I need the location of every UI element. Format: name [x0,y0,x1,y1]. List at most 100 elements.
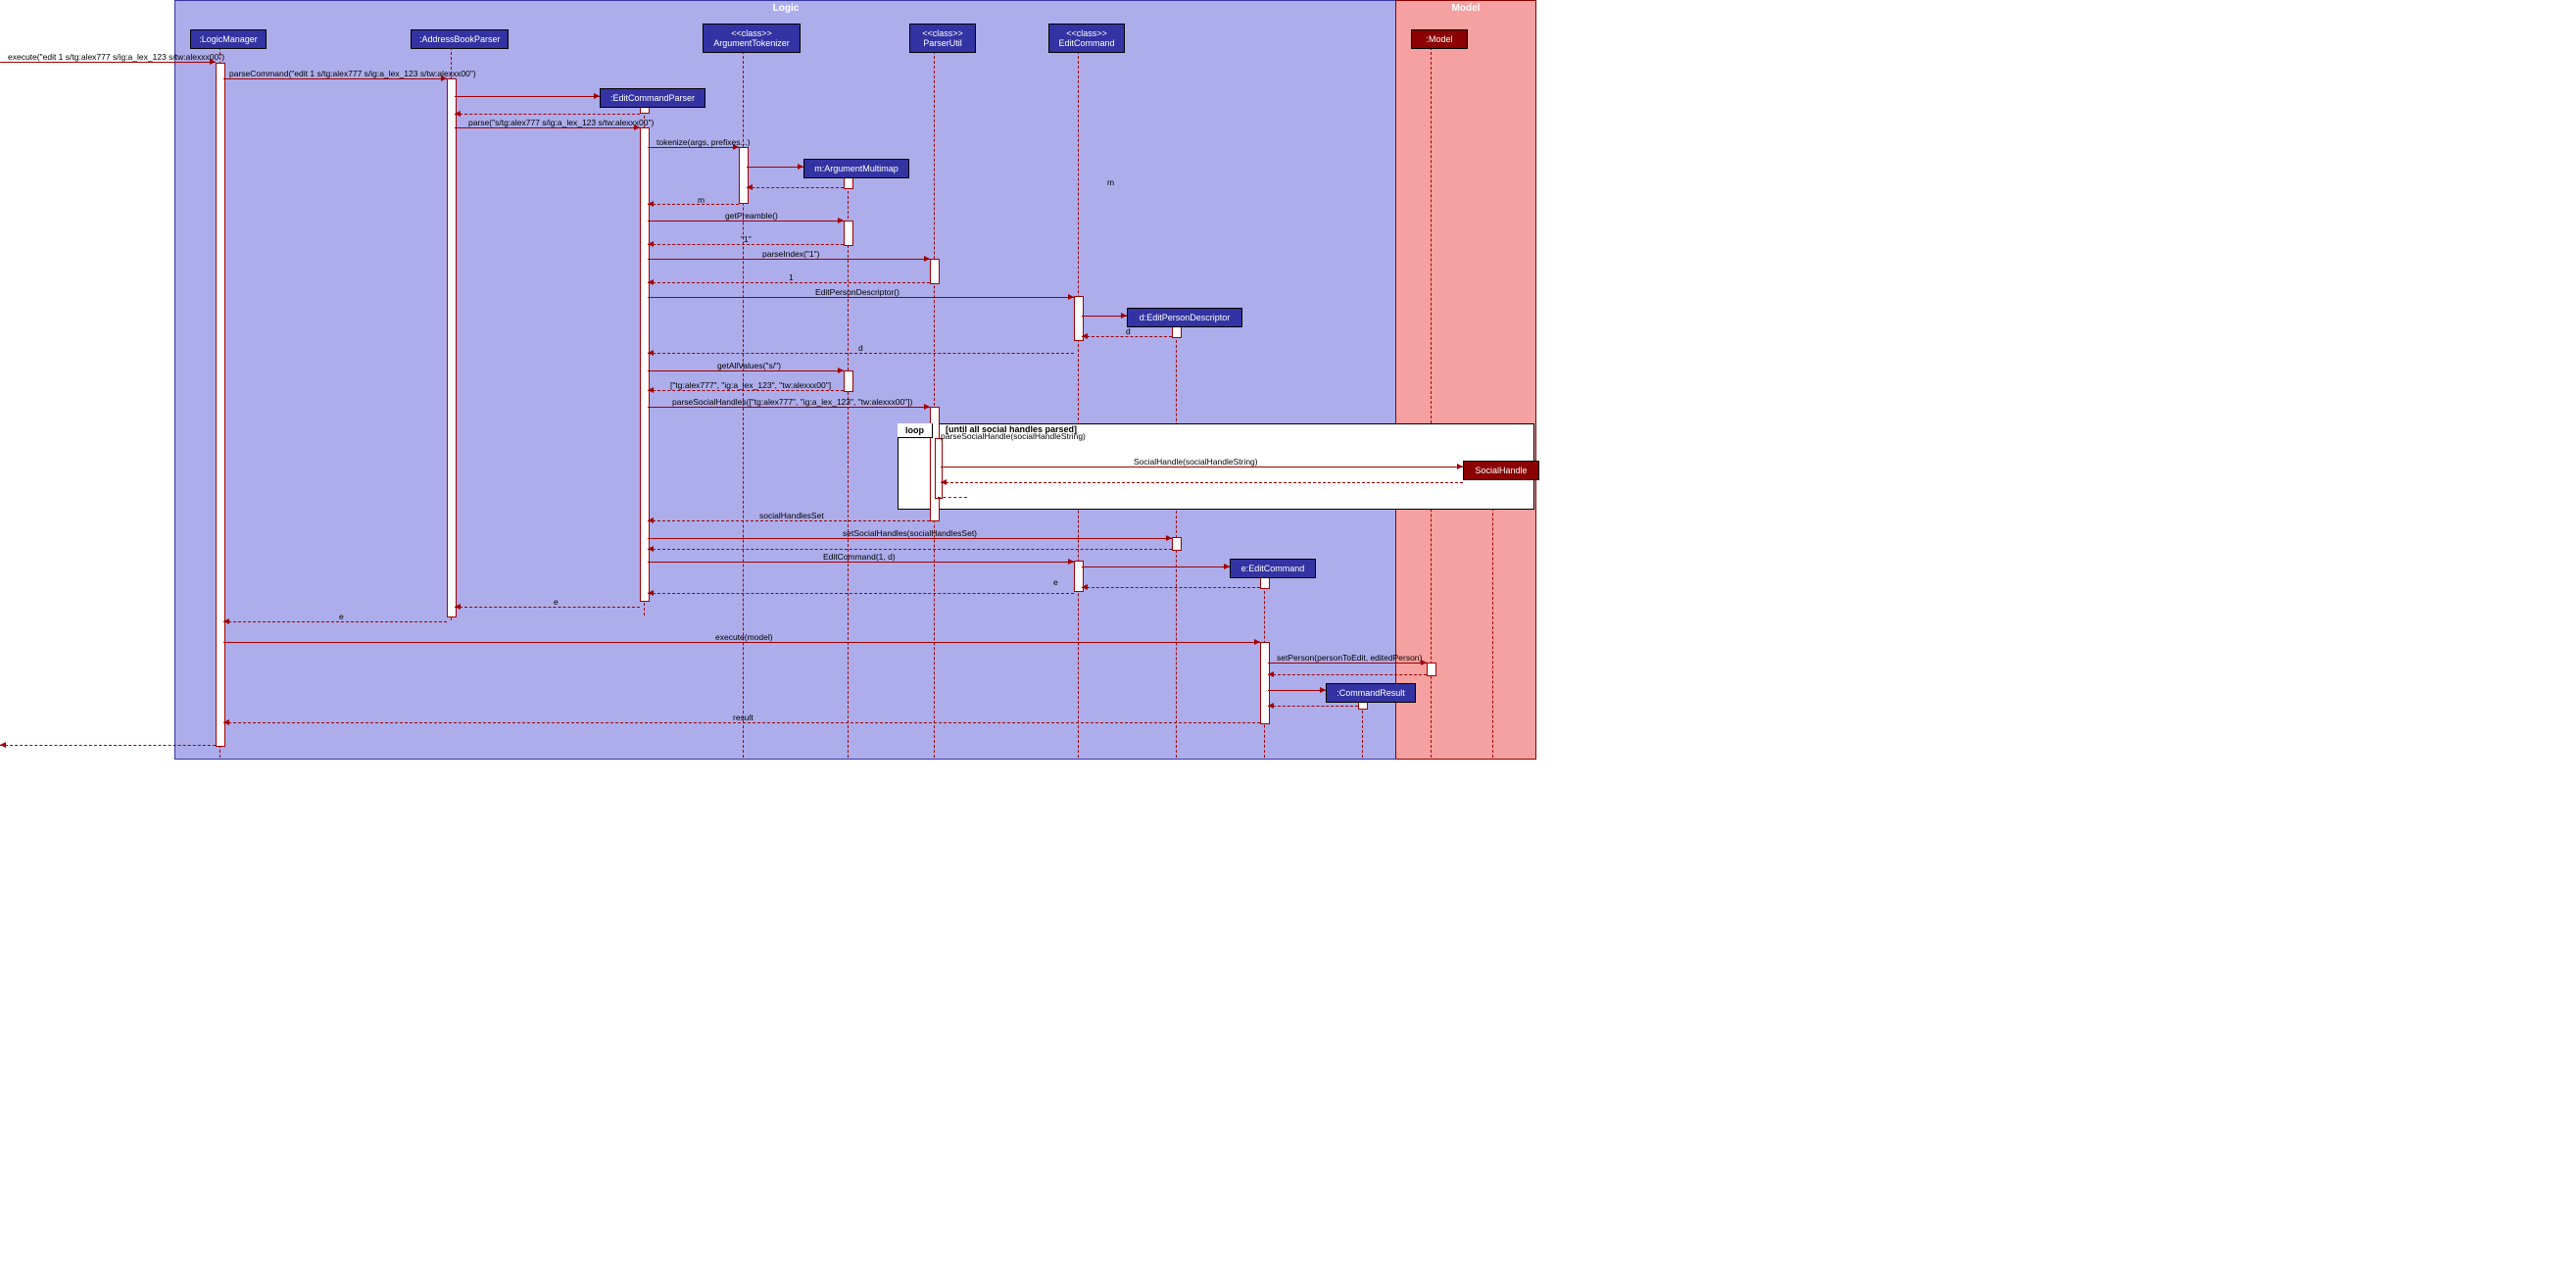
lifeline [1492,478,1493,758]
arrow-head [747,184,753,190]
participant-edit-person-descriptor: d:EditPersonDescriptor [1127,308,1242,327]
activation [1172,537,1182,551]
model-title: Model [1396,3,1535,14]
arrow-head [648,241,654,247]
arrow-head [648,546,654,552]
arrow [455,96,600,97]
msg-return-m2: m [698,195,705,205]
msg-edit-person-desc: EditPersonDescriptor() [815,287,899,297]
msg-parse-index: parseIndex("1") [762,249,819,259]
arrow-head [1268,671,1274,677]
arrow-head [648,279,654,285]
participant-command-result: :CommandResult [1326,683,1416,703]
arrow [648,147,739,148]
arrow-head [1068,294,1074,300]
arrow [455,114,640,115]
arrow-head [0,742,6,748]
arrow-head [1082,584,1088,590]
arrow [1268,690,1326,691]
arrow-head [1254,639,1260,645]
arrow [747,167,803,168]
arrow-head [648,350,654,356]
participant-e-edit-command: e:EditCommand [1230,559,1316,578]
arrow [648,390,844,391]
arrow-head [798,164,803,170]
arrow [648,353,1074,354]
arrow [223,78,447,79]
arrow-head [1268,703,1274,709]
arrow-head [1082,333,1088,339]
arrow-head [455,111,461,117]
msg-parse-command: parseCommand("edit 1 s/tg:alex777 s/ig:a… [229,69,476,78]
loop-condition: [until all social handles parsed] [946,424,1077,434]
arrow [1268,674,1427,675]
activation [1260,642,1270,724]
activation [640,127,650,602]
lifeline [1078,51,1079,758]
activation [844,221,853,246]
participant-argument-tokenizer: <<class>>ArgumentTokenizer [703,24,801,53]
arrow-head [1068,559,1074,565]
msg-social-handles-set: socialHandlesSet [759,511,824,520]
lifeline [1431,47,1432,758]
arrow [648,282,930,283]
msg-result: result [733,713,753,722]
arrow-head [838,368,844,373]
msg-parse-social-handles: parseSocialHandles(["tg:alex777", "ig:a_… [672,397,912,407]
participant-edit-command: <<class>>EditCommand [1048,24,1125,53]
msg-get-all-values: getAllValues("s/") [717,361,781,370]
arrow [648,549,1172,550]
arrow-head [455,604,461,610]
arrow-head [223,719,229,725]
arrow [223,722,1260,723]
arrow-head [924,256,930,262]
sequence-diagram: Logic Model :LogicManager :AddressBookPa… [0,0,1535,760]
msg-return-m: m [1107,177,1114,187]
arrow [1082,566,1230,567]
activation [216,63,225,747]
arrow [223,642,1260,643]
msg-execute-model: execute(model) [715,632,773,642]
msg-parse: parse("s/tg:alex777 s/ig:a_lex_123 s/tw:… [468,118,654,127]
arrow [648,562,1074,563]
msg-return-list: ["tg:alex777", "ig:a_lex_123", "tw:alexx… [670,380,831,390]
arrow-head [648,590,654,596]
arrow [0,62,216,63]
arrow [648,407,930,408]
arrow [1268,663,1427,664]
arrow-head [648,517,654,523]
msg-set-person: setPerson(personToEdit, editedPerson) [1277,653,1422,663]
arrow-head [1320,687,1326,693]
loop-label: loop [898,423,933,438]
msg-return-d: d [1126,326,1131,336]
arrow [1082,587,1260,588]
lifeline [934,51,935,758]
model-group-box: Model [1395,0,1536,760]
participant-logic-manager: :LogicManager [190,29,267,49]
arrow [1082,336,1172,337]
msg-return-e2: e [554,597,559,607]
activation [844,370,853,392]
arrow-head [223,618,229,624]
participant-edit-command-parser: :EditCommandParser [600,88,705,108]
msg-return-d2: d [858,343,863,353]
activation [447,78,457,617]
arrow [747,187,844,188]
arrow-head [1224,564,1230,569]
msg-set-social-handles: setSocialHandles(socialHandlesSet) [843,528,977,538]
msg-tokenize: tokenize(args, prefixes...) [656,137,750,147]
msg-get-preamble: getPreamble() [725,211,778,221]
arrow-head [1457,464,1463,469]
arrow [0,745,216,746]
msg-social-handle-ctor: SocialHandle(socialHandleString) [1134,457,1258,467]
lifeline [848,176,849,758]
arrow-head [594,93,600,99]
msg-edit-command-ctor: EditCommand(1, d) [823,552,896,562]
arrow [648,244,844,245]
arrow [223,621,447,622]
participant-argument-multimap: m:ArgumentMultimap [803,159,909,178]
arrow [648,297,1074,298]
activation [739,147,749,204]
msg-execute: execute("edit 1 s/tg:alex777 s/ig:a_lex_… [8,52,224,62]
arrow [941,467,1463,468]
